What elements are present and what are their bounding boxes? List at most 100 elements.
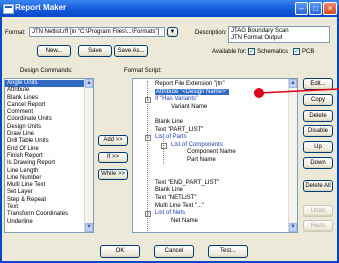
- format-label: Format:: [5, 30, 26, 36]
- list-item[interactable]: End Of Line: [5, 146, 85, 153]
- redo-button[interactable]: Redo: [303, 220, 333, 232]
- test-button[interactable]: Test...: [208, 245, 248, 258]
- tree-connector-line: [147, 81, 148, 231]
- design-commands-label: Design Commands:: [20, 68, 73, 74]
- maximize-button[interactable]: □: [309, 2, 322, 15]
- pcb-label: PCB: [302, 49, 315, 55]
- script-tree-row[interactable]: Multi Line Text "...": [155, 203, 204, 211]
- new-button[interactable]: New...: [37, 45, 71, 57]
- script-tree-row[interactable]: Part Name: [187, 157, 216, 165]
- minimize-button[interactable]: –: [295, 2, 308, 15]
- script-row-text: Multi Line Text "...": [155, 202, 205, 209]
- script-tree-row[interactable]: List of Parts: [155, 134, 187, 142]
- scroll-down-icon[interactable]: ▼: [85, 223, 93, 232]
- list-item[interactable]: Finish Report: [5, 153, 85, 160]
- list-item[interactable]: Set Layer: [5, 189, 85, 196]
- ok-button[interactable]: OK: [100, 245, 140, 258]
- design-commands-list[interactable]: Angle Units Attribute Blank Lines Cancel Re…: [4, 78, 94, 233]
- pcb-checkbox[interactable]: ✓: [293, 48, 300, 55]
- up-button[interactable]: Up: [303, 141, 333, 153]
- script-tree-row[interactable]: Text "END_PART_LIST": [155, 180, 219, 188]
- script-row-text: Blank Line: [155, 187, 184, 194]
- add-button[interactable]: Add >>: [98, 135, 128, 146]
- script-row-text: Text "NETLIST": [155, 195, 197, 201]
- format-value: JTN Netlist.rff: [32, 29, 69, 35]
- callout-annotation: [254, 88, 339, 98]
- save-button[interactable]: Save: [78, 45, 112, 57]
- undo-button[interactable]: Undo: [303, 205, 333, 217]
- list-item[interactable]: Underline: [5, 219, 85, 226]
- tree-connector-line: [163, 139, 164, 164]
- description-line-1: JTAG Boundary Scan: [231, 28, 289, 34]
- list-item[interactable]: Is Drawing Report: [5, 160, 85, 167]
- script-tree-row[interactable]: If "Has Variants": [155, 96, 198, 104]
- script-tree-row[interactable]: Attribute "<Design Name>": [155, 88, 229, 97]
- list-item[interactable]: Coordinate Units: [5, 116, 85, 123]
- list-item[interactable]: Comment: [5, 109, 85, 116]
- format-dropdown-button[interactable]: ▼: [167, 27, 178, 37]
- script-tree-row[interactable]: Report File Extension "jtn": [155, 81, 225, 89]
- if-button[interactable]: If >>: [98, 152, 128, 163]
- chevron-down-icon: ▼: [169, 29, 176, 35]
- script-tree-row[interactable]: Component Name: [187, 149, 236, 157]
- script-row-text: Blank Line: [155, 119, 184, 125]
- list-item[interactable]: Step & Repeat: [5, 197, 85, 204]
- while-button[interactable]: While >>: [98, 169, 128, 180]
- script-tree-row[interactable]: Text "PART_LIST": [155, 127, 203, 135]
- title-bar[interactable]: Report Maker – □ ×: [0, 0, 339, 17]
- script-tree-row[interactable]: Blank Line: [155, 119, 183, 127]
- list-item[interactable]: Text: [5, 204, 85, 211]
- commands-scrollbar[interactable]: ▲ ▼: [84, 79, 93, 232]
- script-row-text: Component Name: [187, 149, 236, 156]
- save-as-button[interactable]: Save As...: [114, 45, 148, 57]
- list-item[interactable]: Attribute: [5, 87, 85, 94]
- collapse-toggle-icon[interactable]: -: [145, 97, 151, 104]
- script-tree-row[interactable]: List of Components: [171, 142, 223, 150]
- script-row-text: Text "END_PART_LIST": [155, 179, 220, 186]
- list-item[interactable]: Drill Table Units: [5, 138, 85, 145]
- script-row-text: List of Components: [171, 141, 223, 148]
- window-title: Report Maker: [15, 3, 67, 12]
- list-item[interactable]: Multi Line Text: [5, 182, 85, 189]
- format-path: [in "C:\Program Files\...\Formats"]: [69, 29, 160, 35]
- script-tree-row[interactable]: Blank Line: [155, 187, 183, 195]
- close-button[interactable]: ×: [323, 2, 337, 15]
- app-icon: [3, 4, 14, 14]
- checkmark-icon: ✓: [294, 48, 300, 55]
- collapse-toggle-icon[interactable]: -: [145, 135, 151, 142]
- description-field[interactable]: JTAG Boundary Scan JTN Format Output: [228, 26, 330, 43]
- format-select[interactable]: JTN Netlist.rff [in "C:\Program Files\..…: [29, 27, 165, 37]
- script-row-text: Text "PART_LIST": [155, 126, 204, 133]
- list-item[interactable]: Line Length: [5, 168, 85, 175]
- list-item[interactable]: Line Number: [5, 175, 85, 182]
- delete-button[interactable]: Delete: [303, 110, 333, 122]
- disable-button[interactable]: Disable: [303, 125, 333, 137]
- scroll-up-icon[interactable]: ▲: [85, 79, 93, 88]
- tree-connector-line: [147, 215, 148, 229]
- down-button[interactable]: Down: [303, 157, 333, 169]
- collapse-toggle-icon[interactable]: -: [161, 142, 167, 149]
- script-row-text: If "Has Variants": [155, 96, 199, 103]
- scroll-down-icon[interactable]: ▼: [289, 223, 297, 232]
- script-tree-row[interactable]: Variant Name: [171, 104, 207, 112]
- list-item[interactable]: Angle Units: [5, 80, 85, 88]
- checkmark-icon: ✓: [249, 48, 255, 55]
- script-row-text: Attribute "<Design Name>": [155, 88, 229, 95]
- script-tree-row[interactable]: List of Nets: [155, 210, 185, 218]
- available-for-label: Available for:: [212, 49, 247, 55]
- list-item[interactable]: Design Units: [5, 124, 85, 131]
- list-item[interactable]: Cancel Report: [5, 102, 85, 109]
- callout-dot: [254, 88, 264, 98]
- script-tree-row[interactable]: Text "NETLIST": [155, 195, 197, 203]
- format-script-label: Format Script:: [124, 68, 162, 74]
- cancel-button[interactable]: Cancel: [154, 245, 194, 258]
- schematics-checkbox[interactable]: ✓: [248, 48, 255, 55]
- script-row-text: Part Name: [187, 157, 216, 163]
- list-item[interactable]: Blank Lines: [5, 95, 85, 102]
- description-line-2: JTN Format Output: [231, 35, 283, 41]
- script-tree-row[interactable]: Net Name: [171, 218, 198, 226]
- collapse-toggle-icon[interactable]: -: [145, 211, 151, 218]
- delete-all-button[interactable]: Delete All: [303, 180, 333, 192]
- list-item[interactable]: Transform Coordinates: [5, 211, 85, 218]
- list-item[interactable]: Draw Line: [5, 131, 85, 138]
